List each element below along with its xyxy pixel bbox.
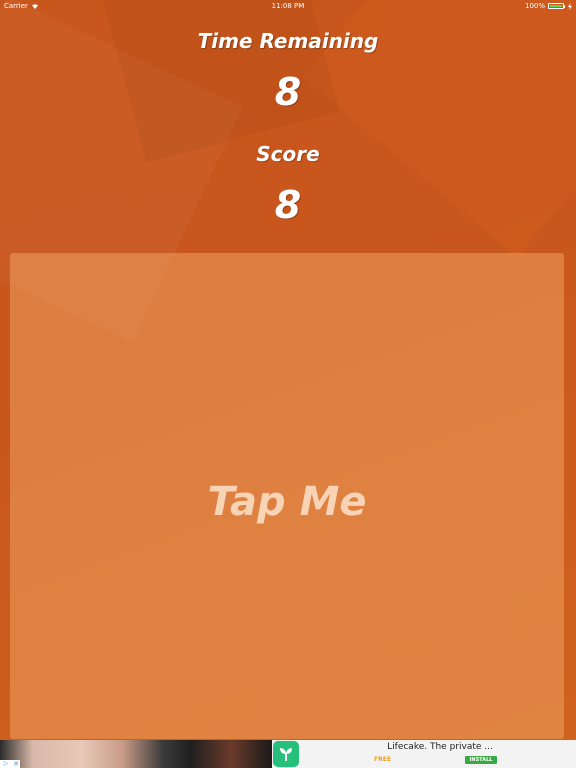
- score-value: 8: [274, 183, 302, 227]
- status-bar: Carrier 11:08 PM 100%: [0, 0, 576, 12]
- time-remaining-value: 8: [274, 70, 302, 114]
- status-time: 11:08 PM: [271, 2, 305, 10]
- tap-me-button[interactable]: Tap Me: [10, 253, 564, 739]
- ad-install-button[interactable]: INSTALL: [465, 756, 497, 764]
- battery-icon: [548, 3, 565, 9]
- info-icon[interactable]: ▷: [0, 760, 12, 768]
- ad-photo[interactable]: [0, 740, 272, 768]
- charging-icon: [568, 2, 572, 10]
- ad-price: FREE: [374, 756, 391, 763]
- ad-banner[interactable]: ▷ ✕ Lifecake. The private ... FREE INSTA…: [0, 740, 576, 768]
- battery-percent: 100%: [524, 2, 545, 10]
- status-battery: 100%: [525, 0, 572, 12]
- ad-title[interactable]: Lifecake. The private ...: [320, 742, 560, 752]
- tap-me-label: Tap Me: [207, 479, 367, 525]
- close-icon[interactable]: ✕: [12, 760, 20, 768]
- time-remaining-label: Time Remaining: [197, 29, 379, 53]
- lifecake-app-icon[interactable]: [273, 741, 299, 767]
- score-label: Score: [256, 142, 320, 166]
